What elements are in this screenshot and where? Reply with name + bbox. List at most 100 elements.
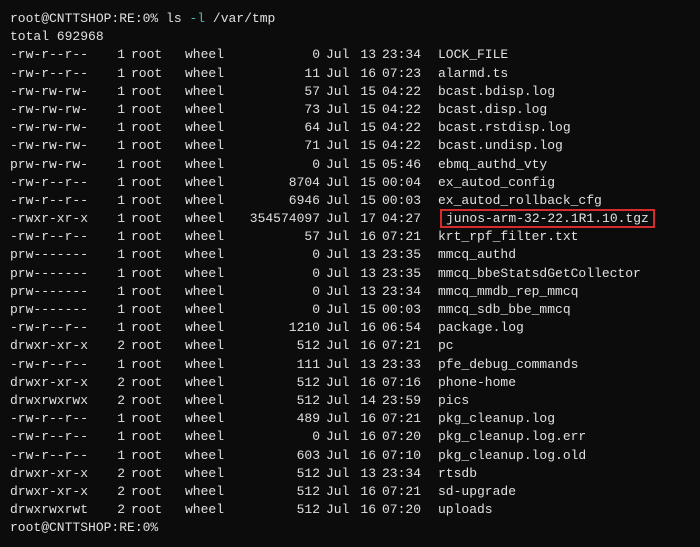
col-time: 07:21 (376, 337, 432, 355)
col-size: 111 (240, 356, 320, 374)
col-links: 1 (105, 283, 125, 301)
col-permissions: prw------- (10, 246, 105, 264)
col-time: 07:23 (376, 65, 432, 83)
col-permissions: -rw-r--r-- (10, 447, 105, 465)
col-links: 1 (105, 83, 125, 101)
col-group: wheel (185, 337, 240, 355)
col-day: 13 (356, 465, 376, 483)
col-links: 1 (105, 319, 125, 337)
prompt-flag: -l (189, 11, 205, 26)
col-owner: root (131, 283, 179, 301)
col-month: Jul (320, 447, 356, 465)
col-time: 06:54 (376, 319, 432, 337)
col-filename: pics (432, 392, 469, 410)
col-permissions: -rw-rw-rw- (10, 83, 105, 101)
col-day: 16 (356, 65, 376, 83)
col-day: 15 (356, 174, 376, 192)
col-month: Jul (320, 301, 356, 319)
col-owner: root (131, 46, 179, 64)
col-permissions: -rw-rw-rw- (10, 137, 105, 155)
prompt-line: root@CNTTSHOP:RE:0% ls -l /var/tmp (10, 10, 690, 28)
col-group: wheel (185, 319, 240, 337)
file-row: -rw-rw-rw-1rootwheel73Jul1504:22bcast.di… (10, 101, 690, 119)
col-owner: root (131, 483, 179, 501)
col-links: 2 (105, 374, 125, 392)
col-links: 1 (105, 410, 125, 428)
col-time: 05:46 (376, 156, 432, 174)
col-month: Jul (320, 119, 356, 137)
col-group: wheel (185, 174, 240, 192)
col-month: Jul (320, 156, 356, 174)
col-filename: junos-arm-32-22.1R1.10.tgz (432, 210, 655, 228)
col-day: 16 (356, 428, 376, 446)
col-filename: pkg_cleanup.log (432, 410, 555, 428)
col-size: 0 (240, 246, 320, 264)
col-month: Jul (320, 374, 356, 392)
col-size: 0 (240, 301, 320, 319)
col-filename: mmcq_mmdb_rep_mmcq (432, 283, 578, 301)
file-row: prw-------1rootwheel0Jul1323:35mmcq_bbeS… (10, 265, 690, 283)
col-time: 23:59 (376, 392, 432, 410)
col-size: 512 (240, 337, 320, 355)
col-filename: rtsdb (432, 465, 477, 483)
col-size: 489 (240, 410, 320, 428)
file-row: -rw-r--r--1rootwheel1210Jul1606:54packag… (10, 319, 690, 337)
col-filename: LOCK_FILE (432, 46, 508, 64)
col-month: Jul (320, 65, 356, 83)
col-size: 11 (240, 65, 320, 83)
col-group: wheel (185, 428, 240, 446)
col-filename: uploads (432, 501, 493, 519)
col-month: Jul (320, 192, 356, 210)
col-size: 6946 (240, 192, 320, 210)
col-owner: root (131, 301, 179, 319)
col-links: 1 (105, 265, 125, 283)
col-time: 07:10 (376, 447, 432, 465)
col-links: 1 (105, 174, 125, 192)
col-time: 23:35 (376, 265, 432, 283)
col-filename: phone-home (432, 374, 516, 392)
col-time: 07:16 (376, 374, 432, 392)
col-permissions: prw------- (10, 265, 105, 283)
col-group: wheel (185, 246, 240, 264)
col-time: 23:34 (376, 465, 432, 483)
col-owner: root (131, 374, 179, 392)
col-owner: root (131, 337, 179, 355)
col-size: 512 (240, 501, 320, 519)
file-row: -rw-r--r--1rootwheel0Jul1607:20pkg_clean… (10, 428, 690, 446)
col-filename: mmcq_authd (432, 246, 516, 264)
col-filename: bcast.rstdisp.log (432, 119, 571, 137)
col-size: 0 (240, 283, 320, 301)
col-filename: pkg_cleanup.log.old (432, 447, 586, 465)
col-size: 512 (240, 374, 320, 392)
col-group: wheel (185, 228, 240, 246)
col-owner: root (131, 465, 179, 483)
col-size: 8704 (240, 174, 320, 192)
col-owner: root (131, 65, 179, 83)
col-owner: root (131, 501, 179, 519)
highlighted-filename: junos-arm-32-22.1R1.10.tgz (440, 209, 655, 228)
col-filename: mmcq_bbeStatsdGetCollector (432, 265, 641, 283)
col-day: 16 (356, 501, 376, 519)
file-row: -rw-r--r--1rootwheel489Jul1607:21pkg_cle… (10, 410, 690, 428)
col-permissions: prw------- (10, 283, 105, 301)
col-owner: root (131, 319, 179, 337)
col-day: 17 (356, 210, 376, 228)
col-month: Jul (320, 319, 356, 337)
col-time: 07:20 (376, 428, 432, 446)
file-row: drwxrwxrwt2rootwheel512Jul1607:20uploads (10, 501, 690, 519)
col-permissions: -rw-r--r-- (10, 410, 105, 428)
col-month: Jul (320, 174, 356, 192)
col-day: 13 (356, 46, 376, 64)
col-time: 00:03 (376, 192, 432, 210)
file-row: drwxr-xr-x2rootwheel512Jul1323:34rtsdb (10, 465, 690, 483)
col-time: 23:33 (376, 356, 432, 374)
col-time: 04:27 (376, 210, 432, 228)
prompt-path: :RE:0% (111, 11, 158, 26)
col-permissions: -rw-r--r-- (10, 65, 105, 83)
col-day: 16 (356, 228, 376, 246)
prompt-user-host: root@CNTTSHOP (10, 11, 111, 26)
col-permissions: -rw-rw-rw- (10, 119, 105, 137)
col-permissions: drwxr-xr-x (10, 483, 105, 501)
col-links: 2 (105, 392, 125, 410)
col-permissions: drwxrwxrwx (10, 392, 105, 410)
